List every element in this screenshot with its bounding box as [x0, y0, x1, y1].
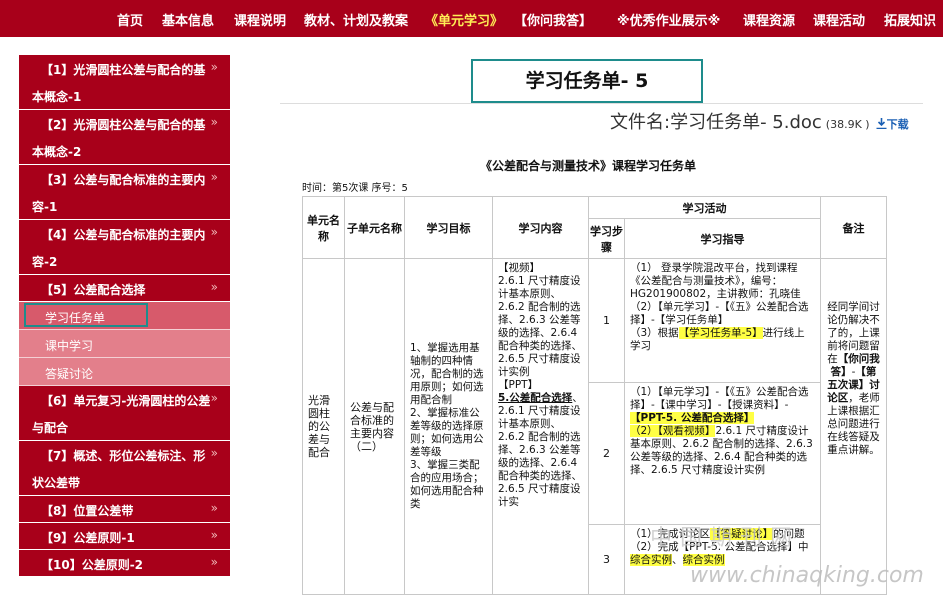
sidebar-item-4[interactable]: 【4】公差与配合标准的主要内 » 容-2	[19, 220, 230, 275]
ppt-5-link[interactable]: 【PPT-5. 公差配合选择】	[630, 412, 755, 424]
header-unit: 单元名称	[302, 196, 345, 259]
header-note: 备注	[820, 196, 887, 259]
download-link[interactable]: 下载	[876, 118, 909, 131]
sidebar-item-3[interactable]: 【3】公差与配合标准的主要内 » 容-1	[19, 165, 230, 220]
guide-1-cell: （1） 登录学院混改平台，找到课程《公差配合与测量技术》，编号：HG201900…	[625, 259, 820, 356]
sidebar-item-5[interactable]: 【5】公差配合选择 »	[19, 275, 230, 302]
chevron-right-icon: »	[210, 555, 218, 569]
chevron-right-icon: »	[210, 60, 218, 74]
unit-name-cell: 光滑圆柱的公差与配合	[308, 394, 330, 459]
sidebar-item-label: 【1】光滑圆柱公差与配合的基	[41, 63, 206, 77]
sidebar-item-8[interactable]: 【8】位置公差带 »	[19, 496, 230, 523]
sidebar-item-label: 【2】光滑圆柱公差与配合的基	[41, 118, 206, 132]
guide-2-text: （1）【单元学习】-【《五》公差配合选择】-【课中学习】-【授课资料】-	[630, 386, 809, 411]
sidebar-item-7[interactable]: 【7】概述、形位公差标注、形 » 状公差带	[19, 441, 230, 496]
nav-extended[interactable]: 拓展知识	[884, 10, 936, 29]
sidebar-item-label: 【10】公差原则-2	[41, 558, 144, 572]
guide-1-text: （3）根据【学习任务单-5】进行线上学习	[630, 327, 815, 353]
chevron-right-icon: »	[210, 528, 218, 542]
sidebar-subitem-qa-discussion[interactable]: 答疑讨论	[19, 358, 230, 386]
guide-1-text: （1） 登录学院混改平台，找到课程《公差配合与测量技术》，编号：HG201900…	[630, 262, 801, 300]
nav-home[interactable]: 首页	[117, 10, 143, 29]
divider	[280, 103, 923, 104]
sidebar-item-10[interactable]: 【10】公差原则-2 »	[19, 550, 230, 577]
sidebar-item-label: 状公差带	[32, 476, 81, 490]
chevron-right-icon: »	[210, 501, 218, 515]
document-meta: 时间：第5次课 序号：5	[302, 183, 408, 194]
subunit-name-cell: 公差与配合标准的主要内容（二）	[350, 400, 394, 453]
sidebar-item-label: 【4】公差与配合标准的主要内	[41, 228, 206, 242]
sidebar-item-9[interactable]: 【9】公差原则-1 »	[19, 523, 230, 550]
sidebar-subitem-label: 答疑讨论	[45, 367, 94, 381]
watermark-cn: 中国期刊网	[650, 526, 801, 551]
chevron-right-icon: »	[210, 446, 218, 460]
top-nav: 首页 基本信息 课程说明 教材、计划及教案 《单元学习》 【你问我答】 ※优秀作…	[0, 0, 943, 37]
sidebar-subitem-label: 课中学习	[45, 339, 94, 353]
nav-course-desc[interactable]: 课程说明	[234, 10, 286, 29]
download-label: 下载	[886, 118, 909, 131]
note-cell: 经同学间讨论仍解决不了的，上课前将问题留在【你问我答】-【第五次课】讨论区，老师…	[821, 259, 886, 460]
task-sheet-link[interactable]: 【学习任务单-5】	[678, 327, 763, 339]
sidebar-item-2[interactable]: 【2】光滑圆柱公差与配合的基 » 本概念-2	[19, 110, 230, 165]
sidebar-item-label: 容-2	[32, 255, 58, 269]
sidebar-subitem-in-class[interactable]: 课中学习	[19, 330, 230, 358]
header-goal: 学习目标	[404, 196, 493, 259]
sidebar-item-label: 本概念-1	[32, 90, 82, 104]
content-text-b: 、2.6.1 尺寸精度设计基本原则、2.6.2 配合制的选择、2.6.3 公差等…	[498, 392, 583, 508]
sidebar-item-label: 【9】公差原则-1	[41, 531, 135, 545]
header-activity: 学习活动	[588, 196, 821, 219]
guide-1-text-pre: （3）根据	[630, 327, 679, 339]
guide-2-cell: （1）【单元学习】-【《五》公差配合选择】-【课中学习】-【授课资料】-【PPT…	[625, 383, 820, 480]
sidebar-item-label: 【6】单元复习-光滑圆柱的公差	[41, 394, 211, 408]
header-content: 学习内容	[492, 196, 589, 259]
example-link[interactable]: 综合实例	[630, 554, 672, 566]
header-guide: 学习指导	[624, 218, 821, 259]
content-text: 【视频】 2.6.1 尺寸精度设计基本原则、2.6.2 配合制的选择、2.6.3…	[498, 262, 582, 391]
guide-3-text: 、	[672, 554, 683, 566]
nav-textbook[interactable]: 教材、计划及教案	[304, 10, 408, 29]
nav-activities[interactable]: 课程活动	[813, 10, 865, 29]
sidebar-item-label: 【5】公差配合选择	[41, 283, 146, 297]
file-row: 文件名:学习任务单- 5.doc (38.9K ) 下载	[610, 108, 909, 134]
nav-excellent-works[interactable]: ※优秀作业展示※	[617, 10, 720, 29]
page-title: 学习任务单- 5	[525, 70, 649, 92]
sidebar-item-label: 本概念-2	[32, 145, 82, 159]
download-icon	[876, 118, 887, 130]
header-subunit: 子单元名称	[344, 196, 405, 259]
chevron-right-icon: »	[210, 170, 218, 184]
sidebar-item-label: 【7】概述、形位公差标注、形	[41, 449, 206, 463]
content-ppt-link[interactable]: 5.公差配合选择	[498, 392, 572, 404]
step-2: 2	[603, 447, 610, 460]
chevron-right-icon: »	[210, 391, 218, 405]
content-cell: 【视频】 2.6.1 尺寸精度设计基本原则、2.6.2 配合制的选择、2.6.3…	[493, 259, 588, 512]
sidebar-item-label: 【3】公差与配合标准的主要内	[41, 173, 206, 187]
sidebar-item-label: 与配合	[32, 421, 69, 435]
nav-resources[interactable]: 课程资源	[743, 10, 795, 29]
sidebar-item-label: 容-1	[32, 200, 58, 214]
header-step: 学习步骤	[588, 218, 625, 259]
nav-unit-study[interactable]: 《单元学习》	[425, 10, 503, 29]
chevron-right-icon: »	[210, 115, 218, 129]
step-1: 1	[603, 314, 610, 327]
file-name: 文件名:学习任务单- 5.doc	[610, 112, 822, 133]
sidebar-item-6[interactable]: 【6】单元复习-光滑圆柱的公差 » 与配合	[19, 386, 230, 441]
selection-highlight	[24, 303, 148, 327]
document-heading: 《公差配合与测量技术》课程学习任务单	[480, 159, 697, 173]
watermark-en: www.chinaqking.com	[690, 563, 924, 588]
file-size: (38.9K )	[825, 118, 870, 131]
nav-qa[interactable]: 【你问我答】	[514, 10, 592, 29]
sidebar-item-1[interactable]: 【1】光滑圆柱公差与配合的基 » 本概念-1	[19, 55, 230, 110]
chevron-right-icon: »	[210, 225, 218, 239]
guide-1-text: （2）【单元学习】-【《五》公差配合选择】-【学习任务单】	[630, 301, 809, 326]
nav-basic-info[interactable]: 基本信息	[162, 10, 214, 29]
chevron-right-icon: »	[210, 280, 218, 294]
watch-video-label[interactable]: （2）【观看视频】	[630, 425, 716, 437]
goal-cell: 1、掌握选用基轴制的四种情况，配合制的选用原则；如何选用配合制 2、掌握标准公差…	[410, 342, 484, 510]
page-title-box: 学习任务单- 5	[471, 59, 703, 103]
step-3: 3	[603, 553, 610, 566]
sidebar-item-label: 【8】位置公差带	[41, 504, 134, 518]
